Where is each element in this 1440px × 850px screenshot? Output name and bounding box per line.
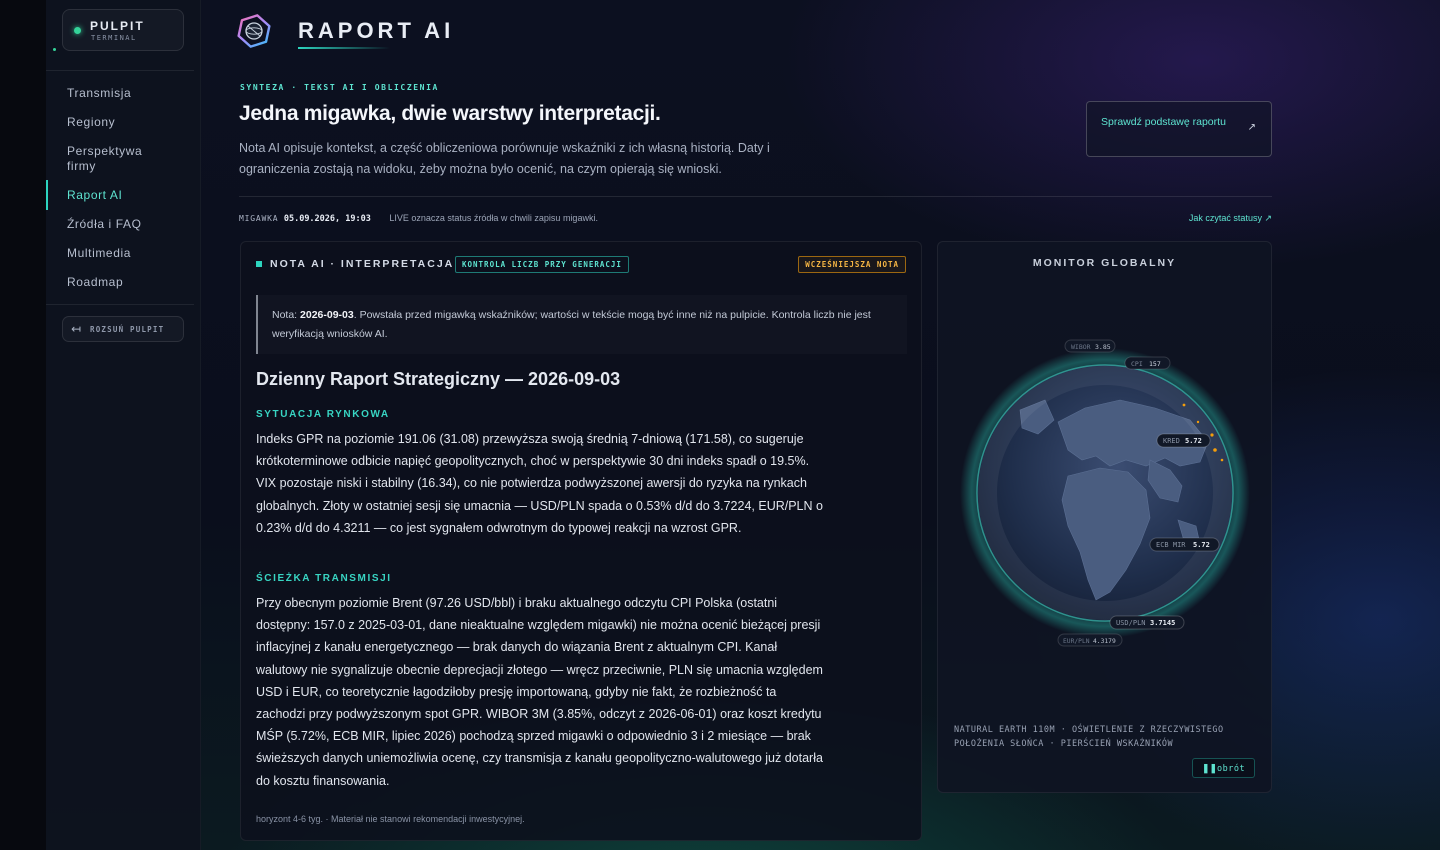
indicator-tag-eur-pln[interactable]: EUR/PLN 4.3179 bbox=[1057, 633, 1123, 647]
section-heading-transmission: ŚCIEŻKA TRANSMISJI bbox=[256, 573, 392, 584]
sidebar-item-multimedia[interactable]: Multimedia bbox=[67, 246, 187, 261]
rotation-toggle-button[interactable]: ❚❚ obrót bbox=[1192, 758, 1255, 778]
collapse-sidebar-button[interactable]: ↤ ROZSUŃ PULPIT bbox=[62, 316, 184, 342]
snapshot-note: LIVE oznacza status źródła w chwili zapi… bbox=[389, 213, 598, 223]
verify-label: Sprawdź podstawę raportu bbox=[1101, 116, 1226, 128]
pause-icon: ❚❚ bbox=[1202, 763, 1218, 773]
svg-text:KRED: KRED bbox=[1163, 437, 1180, 445]
svg-text:EUR/PLN: EUR/PLN bbox=[1063, 638, 1090, 645]
collapse-label: ROZSUŃ PULPIT bbox=[90, 325, 165, 334]
rotation-label: obrót bbox=[1217, 764, 1246, 774]
window-gutter bbox=[0, 0, 46, 850]
hero-title: Jedna migawka, dwie warstwy interpretacj… bbox=[239, 102, 661, 125]
sidebar-item-raport-ai[interactable]: Raport AI bbox=[67, 188, 187, 203]
external-arrow-icon: ↗ bbox=[1247, 122, 1256, 133]
brand-title: PULPIT bbox=[90, 19, 145, 33]
svg-text:WIBOR: WIBOR bbox=[1071, 343, 1091, 351]
svg-text:4.3179: 4.3179 bbox=[1093, 638, 1116, 645]
snapshot-label: MIGAWKA bbox=[239, 214, 279, 223]
callout-prefix: Nota: bbox=[272, 309, 301, 321]
svg-text:3.85: 3.85 bbox=[1095, 343, 1111, 351]
note-marker-icon bbox=[256, 261, 262, 267]
sidebar-item-zrodla-faq[interactable]: Źródła i FAQ bbox=[67, 217, 187, 232]
svg-text:3.7145: 3.7145 bbox=[1150, 619, 1175, 627]
note-card-label: NOTA AI · INTERPRETACJA bbox=[270, 258, 455, 270]
brand-panel[interactable]: PULPIT TERMINAL bbox=[62, 9, 184, 51]
disclaimer: horyzont 4-6 tyg. · Materiał nie stanowi… bbox=[256, 814, 525, 824]
earlier-note-badge: WCZEŚNIEJSZA NOTA bbox=[798, 256, 906, 273]
callout-date: 2026-09-03 bbox=[300, 309, 354, 321]
indicator-tag-ecb-mir[interactable]: ECB MIR 5.72 bbox=[1149, 537, 1220, 552]
number-check-badge: KONTROLA LICZB PRZY GENERACJI bbox=[455, 256, 629, 273]
indicator-tag-wibor[interactable]: WIBOR 3.85 bbox=[1064, 339, 1116, 353]
svg-text:5.72: 5.72 bbox=[1193, 541, 1210, 549]
indicator-tag-usd-pln[interactable]: USD/PLN 3.7145 bbox=[1109, 615, 1185, 630]
callout-text: . Powstała przed migawką wskaźników; war… bbox=[272, 309, 871, 340]
sidebar-item-transmisja[interactable]: Transmisja bbox=[67, 86, 187, 101]
globe-caption: NATURAL EARTH 110M · OŚWIETLENIE Z RZECZ… bbox=[954, 725, 1224, 749]
indicator-tag-cpi[interactable]: CPI 157 bbox=[1124, 356, 1171, 370]
global-monitor-title: MONITOR GLOBALNY bbox=[1032, 257, 1177, 269]
svg-text:CPI: CPI bbox=[1131, 360, 1143, 368]
active-indicator bbox=[46, 180, 48, 210]
how-to-read-statuses-link[interactable]: Jak czytać statusy ↗ bbox=[1189, 213, 1272, 224]
svg-text:157: 157 bbox=[1149, 360, 1161, 368]
globe-visual[interactable]: WIBOR 3.85 CPI 157 KRED 5.72 ECB MIR 5.7… bbox=[950, 330, 1250, 660]
brand-subtitle: TERMINAL bbox=[91, 34, 137, 42]
sidebar-item-regiony[interactable]: Regiony bbox=[67, 115, 187, 130]
svg-text:USD/PLN: USD/PLN bbox=[1116, 619, 1146, 627]
note-callout: Nota: 2026-09-03. Powstała przed migawką… bbox=[256, 295, 907, 354]
title-underline bbox=[298, 47, 390, 49]
verify-report-basis-button[interactable]: Sprawdź podstawę raportu ↗ bbox=[1086, 101, 1272, 157]
page-title: RAPORT AI bbox=[298, 18, 455, 43]
status-dot-icon bbox=[74, 27, 81, 34]
hero-description: Nota AI opisuje kontekst, a część oblicz… bbox=[239, 141, 770, 176]
section-heading-market: SYTUACJA RYNKOWA bbox=[256, 409, 390, 420]
snapshot-info: MIGAWKA 05.09.2026, 19:03 LIVE oznacza s… bbox=[239, 213, 598, 224]
app-logo-icon bbox=[237, 14, 271, 48]
section-text-transmission: Przy obecnym poziomie Brent (97.26 USD/b… bbox=[256, 596, 823, 788]
indicator-tag-kred[interactable]: KRED 5.72 bbox=[1156, 433, 1211, 448]
report-title: Dzienny Raport Strategiczny — 2026-09-03 bbox=[256, 369, 621, 389]
sidebar-item-perspektywa-firmy[interactable]: Perspektywa firmy bbox=[67, 144, 157, 174]
section-eyebrow: SYNTEZA · TEKST AI I OBLICZENIA bbox=[240, 83, 439, 92]
sidebar-divider bbox=[46, 304, 194, 305]
section-text-market: Indeks GPR na poziomie 191.06 (31.08) pr… bbox=[256, 432, 823, 535]
snapshot-timestamp: 05.09.2026, 19:03 bbox=[283, 214, 371, 224]
sidebar-item-roadmap[interactable]: Roadmap bbox=[67, 275, 187, 290]
divider bbox=[239, 196, 1272, 197]
sidebar-divider bbox=[46, 70, 194, 71]
svg-text:5.72: 5.72 bbox=[1185, 437, 1202, 445]
collapse-icon: ↤ bbox=[71, 322, 82, 336]
svg-text:ECB MIR: ECB MIR bbox=[1156, 541, 1186, 549]
indicator-dot-icon bbox=[53, 48, 56, 51]
sidebar: PULPIT TERMINAL Transmisja Regiony Persp… bbox=[46, 0, 201, 850]
